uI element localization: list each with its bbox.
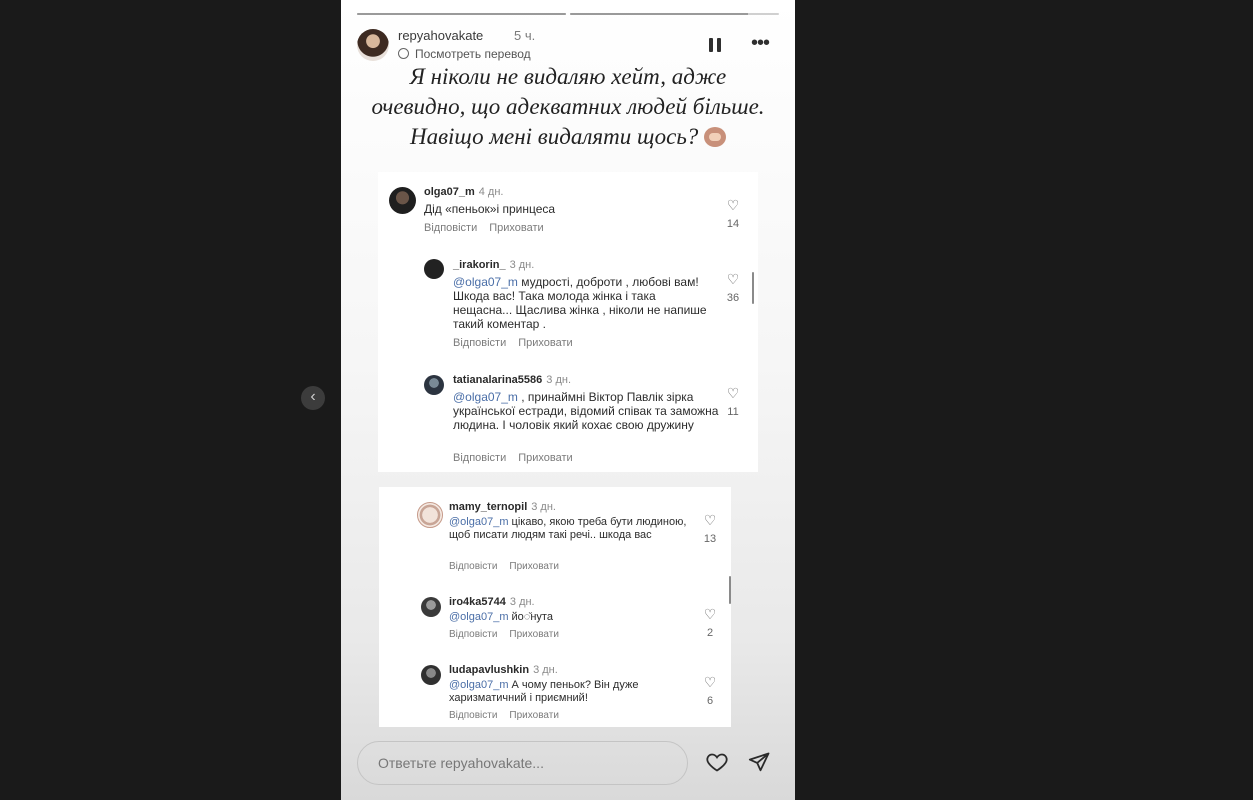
pause-icon-bar bbox=[717, 38, 721, 52]
like-control: ♡ 6 bbox=[700, 675, 720, 707]
globe-icon bbox=[398, 48, 409, 59]
avatar bbox=[421, 597, 441, 617]
progress-segment-1 bbox=[357, 13, 566, 15]
pause-button[interactable] bbox=[709, 38, 721, 52]
like-count: 6 bbox=[706, 695, 714, 707]
hide-link[interactable]: Приховати bbox=[518, 452, 572, 464]
story-viewer[interactable]: repyahovakate 5 ч. Посмотреть перевод ••… bbox=[341, 0, 795, 800]
comments-screenshot-2: mamy_ternopil 3 дн. @olga07_m цікаво, яко… bbox=[379, 487, 731, 727]
reply-link[interactable]: Відповісти bbox=[449, 629, 497, 640]
translate-link[interactable]: Посмотреть перевод bbox=[398, 47, 531, 61]
story-header: repyahovakate 5 ч. Посмотреть перевод ••… bbox=[357, 28, 779, 62]
like-count: 11 bbox=[727, 406, 739, 418]
comment-username: mamy_ternopil 3 дн. bbox=[449, 501, 556, 513]
pause-icon bbox=[709, 38, 713, 52]
story-username[interactable]: repyahovakate bbox=[398, 28, 483, 43]
comment-text: @olga07_m йо◌̆нута bbox=[449, 611, 553, 623]
progress-segment-2 bbox=[570, 13, 779, 15]
comment-actions: Відповісти Приховати bbox=[449, 629, 571, 640]
avatar bbox=[389, 187, 416, 214]
avatar bbox=[421, 665, 441, 685]
avatar bbox=[417, 502, 443, 528]
like-count: 2 bbox=[706, 627, 714, 639]
chevron-left-icon: ‹ bbox=[310, 388, 316, 405]
comment-text: @olga07_m мудрості, доброти , любові вам… bbox=[453, 275, 707, 331]
like-control: ♡ 13 bbox=[700, 513, 720, 545]
like-count: 13 bbox=[703, 533, 717, 545]
like-count: 36 bbox=[726, 292, 740, 304]
heart-icon[interactable]: ♡ bbox=[723, 386, 743, 400]
hide-link[interactable]: Приховати bbox=[509, 629, 559, 640]
like-count: 14 bbox=[726, 218, 740, 230]
heart-icon[interactable]: ♡ bbox=[700, 675, 720, 689]
avatar bbox=[424, 259, 444, 279]
heart-icon[interactable]: ♡ bbox=[700, 607, 720, 621]
headline-line-3-text: Навіщо мені видаляти щось? bbox=[409, 124, 699, 149]
comment-username: olga07_m 4 дн. bbox=[424, 186, 504, 198]
heart-icon[interactable]: ♡ bbox=[700, 513, 720, 527]
comment-text: @olga07_m , принаймні Віктор Павлік зірк… bbox=[453, 390, 719, 432]
comment-actions: Відповісти Приховати bbox=[449, 710, 571, 721]
comment-username: _irakorin_ 3 дн. bbox=[453, 259, 535, 271]
headline-line-1: Я ніколи не видаляю хейт, адже bbox=[409, 64, 727, 89]
hide-link[interactable]: Приховати bbox=[489, 222, 543, 234]
headline-line-3: Навіщо мені видаляти щось? bbox=[353, 122, 783, 152]
story-progress bbox=[357, 13, 779, 15]
comment-text: Дід «пеньок»і принцеса bbox=[424, 202, 556, 216]
comment-username: tatianalarina5586 3 дн. bbox=[453, 374, 572, 386]
reply-input[interactable] bbox=[357, 741, 688, 785]
like-control: ♡ 36 bbox=[723, 272, 743, 304]
story-time: 5 ч. bbox=[514, 28, 536, 43]
headline-line-2: очевидно, що адекватних людей більше. bbox=[371, 94, 765, 119]
reply-link[interactable]: Відповісти bbox=[453, 452, 506, 464]
avatar bbox=[424, 375, 444, 395]
scrollbar[interactable] bbox=[752, 272, 754, 304]
comment-text: @olga07_m А чому пеньок? Він дуже харизм… bbox=[449, 679, 639, 704]
hide-link[interactable]: Приховати bbox=[509, 710, 559, 721]
previous-story-button[interactable]: ‹ bbox=[301, 386, 325, 410]
like-control: ♡ 14 bbox=[723, 198, 743, 230]
reply-link[interactable]: Відповісти bbox=[449, 561, 497, 572]
reply-link[interactable]: Відповісти bbox=[424, 222, 477, 234]
reply-link[interactable]: Відповісти bbox=[449, 710, 497, 721]
scrollbar[interactable] bbox=[729, 576, 731, 604]
story-headline: Я ніколи не видаляю хейт, адже очевидно,… bbox=[353, 62, 783, 152]
like-control: ♡ 11 bbox=[723, 386, 743, 418]
comment-actions: Відповісти Приховати bbox=[453, 337, 585, 349]
comment-actions: Відповісти Приховати bbox=[424, 222, 556, 234]
comment-text: @olga07_m цікаво, якою треба бути людино… bbox=[449, 516, 687, 541]
comment-username: ludapavlushkin 3 дн. bbox=[449, 664, 558, 676]
send-icon[interactable] bbox=[747, 750, 771, 774]
reply-link[interactable]: Відповісти bbox=[453, 337, 506, 349]
heart-icon[interactable]: ♡ bbox=[723, 272, 743, 286]
heart-icon[interactable]: ♡ bbox=[723, 198, 743, 212]
comment-actions: Відповісти Приховати bbox=[449, 561, 571, 572]
comments-screenshot-1: olga07_m 4 дн. Дід «пеньок»і принцеса Від… bbox=[378, 172, 758, 472]
like-control: ♡ 2 bbox=[700, 607, 720, 639]
see-no-evil-monkey-emoji bbox=[704, 127, 727, 147]
avatar[interactable] bbox=[357, 29, 389, 61]
comment-username: iro4ka5744 3 дн. bbox=[449, 596, 535, 608]
translate-label: Посмотреть перевод bbox=[415, 47, 531, 61]
hide-link[interactable]: Приховати bbox=[518, 337, 572, 349]
comment-actions: Відповісти Приховати bbox=[453, 452, 585, 464]
hide-link[interactable]: Приховати bbox=[509, 561, 559, 572]
more-options-button[interactable]: ••• bbox=[751, 33, 770, 53]
heart-icon[interactable] bbox=[705, 750, 729, 774]
